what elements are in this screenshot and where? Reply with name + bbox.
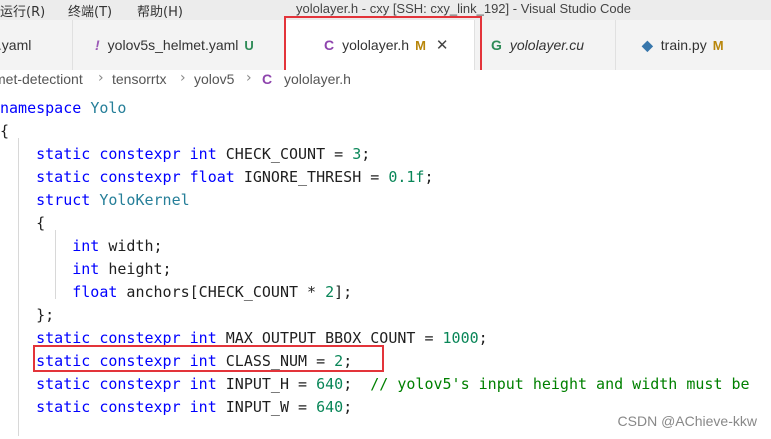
tab-yaml[interactable]: t.yaml: [0, 20, 72, 70]
breadcrumb-item[interactable]: tensorrtx: [112, 71, 166, 87]
menu-run[interactable]: 运行(R): [0, 1, 45, 20]
python-icon: ◆: [642, 36, 653, 53]
code-line[interactable]: static constexpr int INPUT_W = 640;: [0, 396, 352, 419]
chevron-right-icon: ›: [180, 70, 186, 86]
menu-terminal[interactable]: 终端(T): [68, 1, 112, 20]
code-line[interactable]: {: [0, 120, 9, 143]
code-line[interactable]: {: [0, 212, 45, 235]
code-line[interactable]: int width;: [0, 235, 162, 258]
code-line[interactable]: namespace Yolo: [0, 97, 126, 120]
exclamation-icon: !: [95, 37, 100, 53]
cuda-icon: G: [491, 37, 502, 53]
tab-train-py[interactable]: ◆ train.py M: [616, 20, 771, 70]
modified-badge: M: [712, 37, 724, 53]
menu-help[interactable]: 帮助(H): [137, 1, 183, 20]
tab-label: t.yaml: [0, 37, 32, 53]
untracked-badge: U: [244, 37, 254, 53]
tab-label: yololayer.cu: [509, 37, 585, 53]
code-editor[interactable]: namespace Yolo{ static constexpr int CHE…: [0, 92, 771, 439]
code-line[interactable]: static constexpr int CHECK_COUNT = 3;: [0, 143, 370, 166]
tab-yolov5s-helmet-yaml[interactable]: ! yolov5s_helmet.yaml U: [73, 20, 285, 70]
breadcrumb-item[interactable]: yololayer.h: [284, 71, 351, 87]
class-num-highlight-box: [33, 345, 384, 372]
breadcrumb-item[interactable]: yolov5: [194, 71, 234, 87]
chevron-right-icon: ›: [98, 70, 104, 86]
code-line[interactable]: float anchors[CHECK_COUNT * 2];: [0, 281, 352, 304]
code-line[interactable]: };: [0, 304, 54, 327]
code-line[interactable]: static constexpr int INPUT_H = 640; // y…: [0, 373, 749, 396]
chevron-right-icon: ›: [246, 70, 252, 86]
window-title: yololayer.h - cxy [SSH: cxy_link_192] - …: [296, 1, 632, 16]
tab-label: train.py: [660, 37, 707, 53]
tab-label: yolov5s_helmet.yaml: [107, 37, 239, 53]
breadcrumb: met-detectiont › tensorrtx › yolov5 › C …: [0, 70, 771, 92]
active-tab-highlight-box: [284, 16, 482, 76]
code-line[interactable]: struct YoloKernel: [0, 189, 190, 212]
c-icon: C: [262, 71, 273, 87]
watermark: CSDN @AChieve-kkw: [617, 413, 757, 429]
code-line[interactable]: int height;: [0, 258, 171, 281]
code-line[interactable]: static constexpr float IGNORE_THRESH = 0…: [0, 166, 433, 189]
breadcrumb-item[interactable]: met-detectiont: [0, 71, 83, 87]
tab-yololayer-cu[interactable]: G yololayer.cu: [475, 20, 615, 70]
